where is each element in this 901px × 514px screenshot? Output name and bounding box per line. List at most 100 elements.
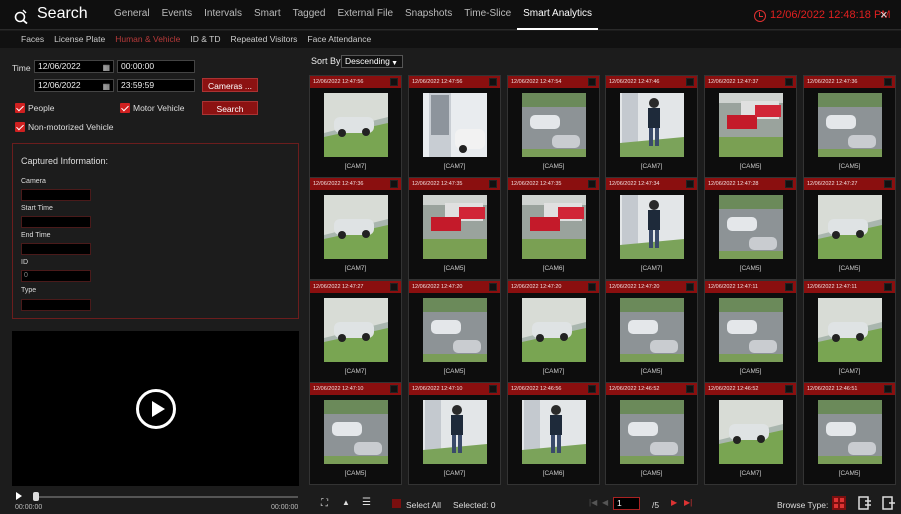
- result-card[interactable]: 12/06/2022 12:46:52 [CAM7]: [704, 382, 797, 485]
- result-card[interactable]: 12/06/2022 12:46:52 [CAM5]: [605, 382, 698, 485]
- result-card[interactable]: 12/06/2022 12:47:35 [CAM5]: [408, 177, 501, 280]
- next-page-icon[interactable]: ▶: [671, 498, 677, 507]
- snapshot-thumbnail[interactable]: [719, 195, 783, 259]
- list-view-icon[interactable]: [881, 495, 897, 511]
- result-card[interactable]: 12/06/2022 12:47:11 [CAM7]: [803, 280, 896, 383]
- card-select-checkbox[interactable]: [785, 385, 793, 393]
- result-card[interactable]: 12/06/2022 12:47:20 [CAM5]: [408, 280, 501, 383]
- snapshot-thumbnail[interactable]: [324, 400, 388, 464]
- page-number-input[interactable]: 1: [613, 497, 640, 510]
- snapshot-thumbnail[interactable]: [423, 298, 487, 362]
- prev-page-icon[interactable]: ◀: [602, 498, 608, 507]
- snapshot-thumbnail[interactable]: [522, 195, 586, 259]
- subtab-faces[interactable]: Faces: [16, 31, 49, 48]
- snapshot-thumbnail[interactable]: [818, 400, 882, 464]
- result-card[interactable]: 12/06/2022 12:47:27 [CAM7]: [309, 280, 402, 383]
- snapshot-thumbnail[interactable]: [818, 298, 882, 362]
- card-select-checkbox[interactable]: [390, 283, 398, 291]
- start-time-field[interactable]: 00:00:00: [117, 60, 195, 73]
- list-sort-icon[interactable]: ☰: [362, 497, 371, 508]
- snapshot-thumbnail[interactable]: [719, 93, 783, 157]
- fit-screen-icon[interactable]: ⛶: [321, 498, 328, 509]
- result-card[interactable]: 12/06/2022 12:47:20 [CAM5]: [605, 280, 698, 383]
- tab-smart-analytics[interactable]: Smart Analytics: [517, 0, 599, 30]
- subtab-license-plate[interactable]: License Plate: [49, 31, 110, 48]
- tab-events[interactable]: Events: [156, 0, 199, 30]
- subtab-id-td[interactable]: ID & TD: [185, 31, 225, 48]
- card-select-checkbox[interactable]: [686, 283, 694, 291]
- video-player[interactable]: [12, 331, 299, 486]
- tab-intervals[interactable]: Intervals: [198, 0, 248, 30]
- card-select-checkbox[interactable]: [390, 180, 398, 188]
- result-card[interactable]: 12/06/2022 12:47:37 [CAM5]: [704, 75, 797, 178]
- card-select-checkbox[interactable]: [390, 385, 398, 393]
- result-card[interactable]: 12/06/2022 12:47:20 [CAM7]: [507, 280, 600, 383]
- snapshot-thumbnail[interactable]: [818, 195, 882, 259]
- result-card[interactable]: 12/06/2022 12:47:46 [CAM7]: [605, 75, 698, 178]
- tab-general[interactable]: General: [108, 0, 156, 30]
- card-select-checkbox[interactable]: [785, 78, 793, 86]
- snapshot-thumbnail[interactable]: [620, 195, 684, 259]
- card-select-checkbox[interactable]: [588, 283, 596, 291]
- card-select-checkbox[interactable]: [785, 283, 793, 291]
- result-card[interactable]: 12/06/2022 12:46:51 [CAM5]: [803, 382, 896, 485]
- snapshot-thumbnail[interactable]: [324, 93, 388, 157]
- subtab-human-vehicle[interactable]: Human & Vehicle: [110, 31, 185, 48]
- motor-vehicle-checkbox[interactable]: [120, 103, 130, 113]
- card-select-checkbox[interactable]: [390, 78, 398, 86]
- end-date-field[interactable]: 12/06/2022 ▦: [34, 79, 114, 92]
- card-select-checkbox[interactable]: [588, 78, 596, 86]
- calendar-icon[interactable]: ▦: [102, 62, 110, 73]
- tab-time-slice[interactable]: Time-Slice: [458, 0, 517, 30]
- non-motorized-checkbox[interactable]: [15, 122, 25, 132]
- card-select-checkbox[interactable]: [489, 283, 497, 291]
- card-select-checkbox[interactable]: [489, 385, 497, 393]
- result-card[interactable]: 12/06/2022 12:47:11 [CAM5]: [704, 280, 797, 383]
- snapshot-thumbnail[interactable]: [620, 298, 684, 362]
- last-page-icon[interactable]: ▶|: [684, 498, 692, 507]
- result-card[interactable]: 12/06/2022 12:47:10 [CAM7]: [408, 382, 501, 485]
- search-button[interactable]: Search: [202, 101, 258, 115]
- card-select-checkbox[interactable]: [785, 180, 793, 188]
- detail-view-icon[interactable]: [857, 495, 873, 511]
- calendar-icon[interactable]: ▦: [102, 81, 110, 92]
- card-select-checkbox[interactable]: [884, 78, 892, 86]
- tab-snapshots[interactable]: Snapshots: [399, 0, 458, 30]
- result-card[interactable]: 12/06/2022 12:47:28 [CAM5]: [704, 177, 797, 280]
- snapshot-thumbnail[interactable]: [522, 400, 586, 464]
- playback-progress[interactable]: [36, 496, 298, 498]
- card-select-checkbox[interactable]: [884, 180, 892, 188]
- snapshot-thumbnail[interactable]: [324, 298, 388, 362]
- grid-view-icon[interactable]: [831, 495, 847, 511]
- subtab-face-attendance[interactable]: Face Attendance: [302, 31, 376, 48]
- snapshot-thumbnail[interactable]: [719, 400, 783, 464]
- snapshot-thumbnail[interactable]: [620, 400, 684, 464]
- tab-external-file[interactable]: External File: [331, 0, 399, 30]
- result-card[interactable]: 12/06/2022 12:47:36 [CAM5]: [803, 75, 896, 178]
- end-time-field[interactable]: 23:59:59: [117, 79, 195, 92]
- card-select-checkbox[interactable]: [489, 180, 497, 188]
- people-checkbox[interactable]: [15, 103, 25, 113]
- result-card[interactable]: 12/06/2022 12:46:56 [CAM6]: [507, 382, 600, 485]
- snapshot-thumbnail[interactable]: [423, 195, 487, 259]
- card-select-checkbox[interactable]: [588, 385, 596, 393]
- first-page-icon[interactable]: |◀: [589, 498, 597, 507]
- arrow-up-icon[interactable]: ▲: [342, 498, 350, 507]
- snapshot-thumbnail[interactable]: [620, 93, 684, 157]
- snapshot-thumbnail[interactable]: [818, 93, 882, 157]
- snapshot-thumbnail[interactable]: [522, 93, 586, 157]
- card-select-checkbox[interactable]: [588, 180, 596, 188]
- result-card[interactable]: 12/06/2022 12:47:34 [CAM7]: [605, 177, 698, 280]
- sort-dropdown[interactable]: Descending ▼: [341, 55, 403, 68]
- card-select-checkbox[interactable]: [489, 78, 497, 86]
- tab-tagged[interactable]: Tagged: [287, 0, 332, 30]
- result-card[interactable]: 12/06/2022 12:47:27 [CAM5]: [803, 177, 896, 280]
- playback-handle[interactable]: [33, 492, 39, 501]
- snapshot-thumbnail[interactable]: [522, 298, 586, 362]
- cameras-button[interactable]: Cameras ...: [202, 78, 258, 92]
- result-card[interactable]: 12/06/2022 12:47:36 [CAM7]: [309, 177, 402, 280]
- snapshot-thumbnail[interactable]: [719, 298, 783, 362]
- play-icon[interactable]: [136, 389, 176, 429]
- start-date-field[interactable]: 12/06/2022 ▦: [34, 60, 114, 73]
- snapshot-thumbnail[interactable]: [423, 400, 487, 464]
